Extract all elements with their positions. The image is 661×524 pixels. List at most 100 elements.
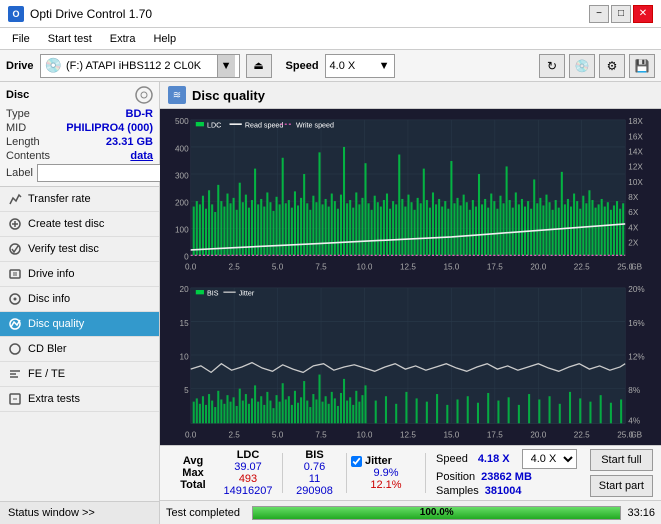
svg-text:GB: GB [630,261,642,271]
disc-label-input[interactable] [37,164,175,182]
speed-value: 4.0 X [330,60,375,72]
sidebar-item-extra-tests[interactable]: Extra tests [0,387,159,412]
ldc-col-header: LDC [218,449,278,461]
disc-panel: Disc Type BD-R MID PHILIPRO4 (000) Lengt… [0,82,159,187]
jitter-col-header: Jitter [365,455,392,467]
menu-file[interactable]: File [4,31,38,47]
cd-bler-label: CD Bler [28,343,67,355]
disc-type-label: Type [6,108,30,120]
svg-text:Read speed: Read speed [245,120,284,129]
sidebar-item-cd-bler[interactable]: CD Bler [0,337,159,362]
close-button[interactable]: ✕ [633,5,653,23]
speed-selector[interactable]: 4.0 X ▼ [325,54,395,78]
app-icon: O [8,6,24,22]
bis-total: 290908 [287,485,342,497]
disc-type-value: BD-R [126,108,154,120]
content-header-icon: ≋ [168,86,186,104]
svg-text:10.0: 10.0 [357,261,373,271]
speed-dropdown-arrow[interactable]: ▼ [379,60,390,72]
total-label: Total [168,479,218,491]
svg-text:2X: 2X [628,237,638,247]
bis-col-header: BIS [287,449,342,461]
svg-text:Jitter: Jitter [239,288,255,297]
svg-text:22.5: 22.5 [574,429,590,439]
drive-info-icon [8,267,22,281]
disc-length-label: Length [6,136,40,148]
svg-text:5.0: 5.0 [272,261,284,271]
status-window-label: Status window >> [8,507,95,519]
top-chart: 500 400 300 200 100 0 18X 16X 14X 12X 10… [160,109,661,277]
sidebar-item-fe-te[interactable]: FE / TE [0,362,159,387]
drive-icon-save[interactable]: 💾 [629,54,655,78]
charts-container: 500 400 300 200 100 0 18X 16X 14X 12X 10… [160,109,661,445]
svg-text:17.5: 17.5 [487,429,503,439]
svg-text:5: 5 [184,385,189,395]
extra-tests-label: Extra tests [28,393,80,405]
sidebar-item-create-test-disc[interactable]: Create test disc [0,212,159,237]
maximize-button[interactable]: □ [611,5,631,23]
eject-button[interactable]: ⏏ [246,54,272,78]
menu-start-test[interactable]: Start test [40,31,100,47]
sidebar-item-transfer-rate[interactable]: Transfer rate [0,187,159,212]
content-header: ≋ Disc quality [160,82,661,109]
svg-text:15.0: 15.0 [443,261,459,271]
bis-avg: 0.76 [287,461,342,473]
fe-te-icon [8,367,22,381]
sidebar-item-verify-test-disc[interactable]: Verify test disc [0,237,159,262]
svg-text:4X: 4X [628,222,638,232]
drive-value: (F:) ATAPI iHBS112 2 CL0K [66,60,213,72]
content-title: Disc quality [192,88,265,103]
jitter-checkbox[interactable] [351,456,362,467]
sidebar-item-disc-quality[interactable]: Disc quality [0,312,159,337]
samples-label: Samples [436,485,479,497]
svg-text:400: 400 [175,143,189,153]
app-title: Opti Drive Control 1.70 [30,7,152,21]
svg-text:20: 20 [180,284,189,294]
drive-selector[interactable]: 💿 (F:) ATAPI iHBS112 2 CL0K ▼ [40,54,240,78]
svg-text:12%: 12% [628,351,645,361]
avg-label: Avg [168,455,218,467]
sidebar-item-drive-info[interactable]: Drive info [0,262,159,287]
bis-max: 11 [287,473,342,485]
progress-bar: 100.0% [252,506,621,520]
drive-dropdown-arrow[interactable]: ▼ [217,55,235,77]
svg-text:300: 300 [175,170,189,180]
position-label: Position [436,471,475,483]
stats-bar: Avg Max Total LDC 39.07 493 14916207 BIS… [160,445,661,500]
svg-text:20.0: 20.0 [530,261,546,271]
disc-contents-value[interactable]: data [130,150,153,162]
jitter-max: 12.1% [351,479,421,491]
drive-icon-refresh[interactable]: ↻ [539,54,565,78]
drive-icon-disc[interactable]: 💿 [569,54,595,78]
svg-text:14X: 14X [628,146,643,156]
svg-text:100: 100 [175,224,189,234]
svg-text:8X: 8X [628,192,638,202]
svg-text:18X: 18X [628,116,643,126]
speed-label: Speed [286,60,319,72]
svg-text:Write speed: Write speed [296,120,334,129]
svg-text:LDC: LDC [207,120,222,129]
start-part-button[interactable]: Start part [590,475,653,497]
menu-help[interactable]: Help [145,31,184,47]
time-display: 33:16 [627,507,655,519]
status-window-button[interactable]: Status window >> [0,501,159,524]
svg-text:20.0: 20.0 [530,429,546,439]
svg-text:6X: 6X [628,207,638,217]
minimize-button[interactable]: − [589,5,609,23]
svg-text:15.0: 15.0 [443,429,459,439]
drive-icon-settings[interactable]: ⚙ [599,54,625,78]
sidebar-item-disc-info[interactable]: Disc info [0,287,159,312]
disc-quality-label: Disc quality [28,318,84,330]
svg-text:10.0: 10.0 [357,429,373,439]
disc-panel-icon[interactable] [135,86,153,104]
speed-dropdown[interactable]: 4.0 X [522,449,577,469]
svg-text:22.5: 22.5 [574,261,590,271]
svg-text:10X: 10X [628,177,643,187]
menu-extra[interactable]: Extra [102,31,144,47]
bottom-bar: Test completed 100.0% 33:16 [160,500,661,524]
speed-label: Speed [436,453,468,465]
svg-text:0: 0 [184,251,189,261]
ldc-avg: 39.07 [218,461,278,473]
jitter-avg: 9.9% [351,467,421,479]
start-full-button[interactable]: Start full [590,449,653,471]
